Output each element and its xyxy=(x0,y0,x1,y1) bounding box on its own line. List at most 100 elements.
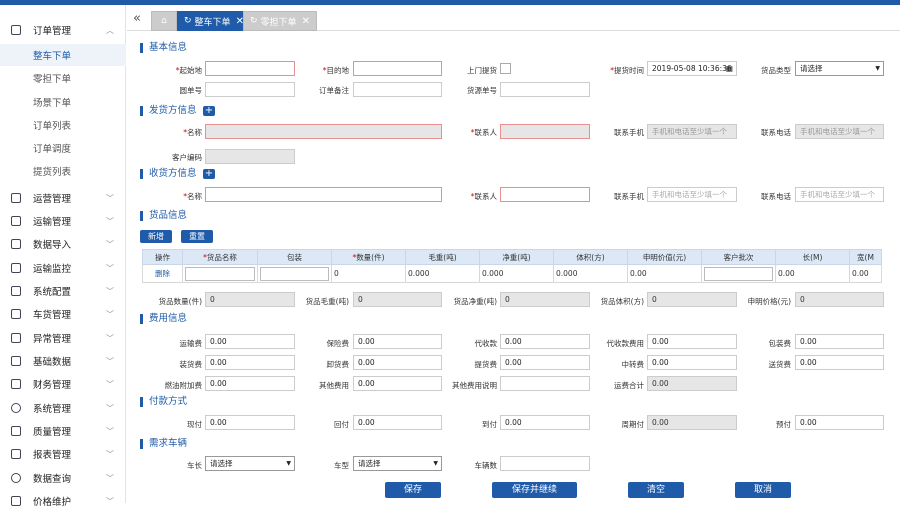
chevron-down-icon: ﹀ xyxy=(106,403,114,413)
add-shipper-button[interactable]: + xyxy=(203,106,215,116)
length-cell[interactable]: 0.00 xyxy=(775,264,850,283)
receiver-contact-input[interactable] xyxy=(500,187,590,202)
sub-item-order-list[interactable]: 订单列表 xyxy=(0,114,126,136)
menu-finance[interactable]: 财务管理 ﹀ xyxy=(0,373,126,395)
tab-full-truck-order[interactable]: ↻ 整车下单 ✕ xyxy=(177,11,251,31)
menu-order-management[interactable]: 订单管理 ︿ xyxy=(0,19,126,41)
fee-label: 燃油附加费 xyxy=(164,381,203,390)
menu-label: 运输监控 xyxy=(33,264,72,275)
cash-pay-input[interactable]: 0.00 xyxy=(205,415,295,430)
shipper-phone-input[interactable]: 手机和电话至少填一个 xyxy=(795,124,884,139)
menu-price[interactable]: 价格维护 ﹀ xyxy=(0,490,126,512)
transfer-fee-input[interactable]: 0.00 xyxy=(647,355,737,370)
goods-name-input[interactable] xyxy=(185,266,255,281)
menu-system-management[interactable]: 系统管理 ﹀ xyxy=(0,397,126,419)
goods-type-label: 货品类型 xyxy=(761,66,791,75)
shipper-contact-input[interactable] xyxy=(500,124,590,139)
vehicle-type-select[interactable]: 请选择 ▼ xyxy=(353,456,442,471)
menu-transport-monitor[interactable]: 运输监控 ﹀ xyxy=(0,257,126,279)
loading-fee-input[interactable]: 0.00 xyxy=(205,355,295,370)
cod-input[interactable]: 0.00 xyxy=(500,334,590,349)
menu-vehicle-goods[interactable]: 车货管理 ﹀ xyxy=(0,303,126,325)
goods-type-select[interactable]: 请选择 ▼ xyxy=(795,61,884,76)
qty-cell[interactable]: 0 xyxy=(331,264,406,283)
close-icon[interactable]: ✕ xyxy=(302,16,310,27)
arrival-pay-input[interactable]: 0.00 xyxy=(500,415,590,430)
fuel-fee-input[interactable]: 0.00 xyxy=(205,376,295,391)
receiver-mobile-input[interactable]: 手机和电话至少填一个 xyxy=(647,187,737,202)
menu-reports[interactable]: 报表管理 ﹀ xyxy=(0,443,126,465)
add-receiver-button[interactable]: + xyxy=(203,169,215,179)
shipper-name-input[interactable] xyxy=(205,124,442,139)
shipper-mobile-input[interactable]: 手机和电话至少填一个 xyxy=(647,124,737,139)
cancel-button[interactable]: 取消 xyxy=(735,482,791,498)
gross-weight-cell[interactable]: 0.000 xyxy=(405,264,480,283)
column-header: 长(M) xyxy=(775,249,850,265)
menu-label: 订单管理 xyxy=(33,26,72,37)
pickup-time-input[interactable]: 2019-05-08 10:36:36 ▦ xyxy=(647,61,737,76)
circle-no-input[interactable] xyxy=(205,82,295,97)
packing-fee-input[interactable]: 0.00 xyxy=(795,334,884,349)
cod-fee-input[interactable]: 0.00 xyxy=(647,334,737,349)
clear-button[interactable]: 清空 xyxy=(628,482,684,498)
delete-row-link[interactable]: 删除 xyxy=(142,264,183,283)
collapse-sidebar-icon[interactable]: « xyxy=(133,11,141,26)
sub-item-pickup-list[interactable]: 提货列表 xyxy=(0,160,126,182)
save-continue-button[interactable]: 保存并继续 xyxy=(492,482,577,498)
vehicle-length-select[interactable]: 请选择 ▼ xyxy=(205,456,295,471)
order-note-input[interactable] xyxy=(353,82,442,97)
freight-fee-input[interactable]: 0.00 xyxy=(205,334,295,349)
chevron-down-icon: ﹀ xyxy=(106,473,114,483)
pickup-fee-input[interactable]: 0.00 xyxy=(500,355,590,370)
menu-operations[interactable]: 运营管理 ﹀ xyxy=(0,187,126,209)
menu-exceptions[interactable]: 异常管理 ﹀ xyxy=(0,327,126,349)
reset-goods-button[interactable]: 重置 xyxy=(181,230,213,243)
return-pay-input[interactable]: 0.00 xyxy=(353,415,442,430)
sub-item-ltl-order[interactable]: 零担下单 xyxy=(0,67,126,89)
save-button[interactable]: 保存 xyxy=(385,482,441,498)
tab-bar: « ⌂ ↻ 整车下单 ✕ ↻ 零担下单 ✕ xyxy=(127,5,900,31)
menu-base-data[interactable]: 基础数据 ﹀ xyxy=(0,350,126,372)
document-icon xyxy=(11,25,21,35)
pickup-checkbox[interactable] xyxy=(500,63,511,74)
vehicle-count-input[interactable] xyxy=(500,456,590,471)
sub-item-full-truck-order[interactable]: 整车下单 xyxy=(0,44,126,66)
home-tab[interactable]: ⌂ xyxy=(151,11,177,31)
finance-icon xyxy=(11,379,21,389)
receiver-name-input[interactable] xyxy=(205,187,442,202)
sub-item-scene-order[interactable]: 场景下单 xyxy=(0,91,126,113)
add-goods-button[interactable]: 新增 xyxy=(140,230,172,243)
menu-quality[interactable]: 质量管理 ﹀ xyxy=(0,420,126,442)
column-header: 申明价值(元) xyxy=(627,249,702,265)
pickup-label: 上门提货 xyxy=(467,66,497,75)
menu-data-import[interactable]: 数据导入 ﹀ xyxy=(0,233,126,255)
sub-item-order-dispatch[interactable]: 订单调度 xyxy=(0,137,126,159)
menu-data-query[interactable]: 数据查询 ﹀ xyxy=(0,467,126,489)
sum-gross-label: 货品毛重(吨) xyxy=(305,297,349,306)
tab-ltl-order[interactable]: ↻ 零担下单 ✕ xyxy=(243,11,317,31)
menu-transport[interactable]: 运输管理 ﹀ xyxy=(0,210,126,232)
customer-code-input[interactable] xyxy=(205,149,295,164)
menu-label: 运营管理 xyxy=(33,194,72,205)
net-weight-cell[interactable]: 0.000 xyxy=(479,264,554,283)
menu-label: 数据查询 xyxy=(33,474,72,485)
prepay-input[interactable]: 0.00 xyxy=(795,415,884,430)
gear-icon xyxy=(11,403,21,413)
width-cell[interactable]: 0.00 xyxy=(849,264,882,283)
freight-total-value: 0.00 xyxy=(647,376,737,391)
destination-input[interactable] xyxy=(353,61,442,76)
volume-cell[interactable]: 0.000 xyxy=(553,264,628,283)
origin-input[interactable] xyxy=(205,61,295,76)
vehicle-count-label: 车辆数 xyxy=(474,461,498,470)
source-no-input[interactable] xyxy=(500,82,590,97)
unloading-fee-input[interactable]: 0.00 xyxy=(353,355,442,370)
delivery-fee-input[interactable]: 0.00 xyxy=(795,355,884,370)
declared-value-cell[interactable]: 0.00 xyxy=(627,264,702,283)
menu-system-config[interactable]: 系统配置 ﹀ xyxy=(0,280,126,302)
other-fee-note-input[interactable] xyxy=(500,376,590,391)
other-fee-input[interactable]: 0.00 xyxy=(353,376,442,391)
receiver-phone-input[interactable]: 手机和电话至少填一个 xyxy=(795,187,884,202)
insurance-fee-input[interactable]: 0.00 xyxy=(353,334,442,349)
package-input[interactable] xyxy=(260,266,329,281)
batch-input[interactable] xyxy=(704,266,773,281)
